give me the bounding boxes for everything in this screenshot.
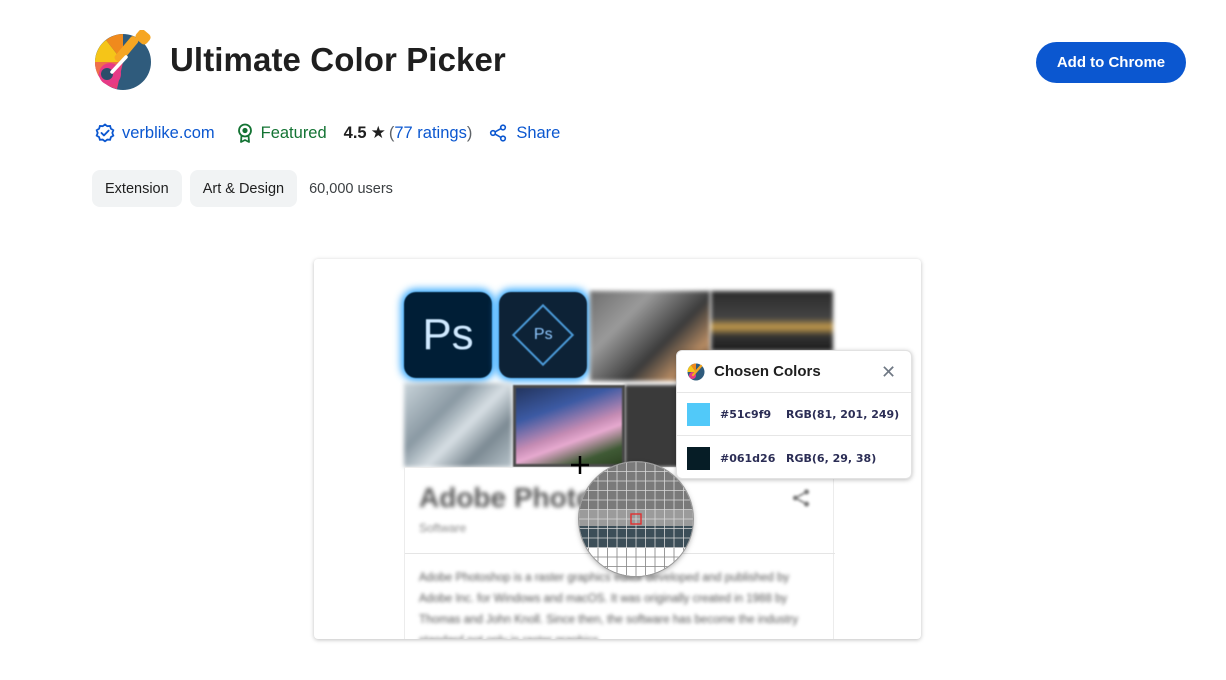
publisher-link[interactable]: verblike.com	[95, 123, 215, 143]
share-icon	[490, 124, 507, 142]
color-picker-logo-icon	[94, 30, 151, 90]
tag-art-design[interactable]: Art & Design	[189, 170, 298, 207]
photoshop-app-tile: Ps	[404, 292, 492, 378]
extension-meta-row: verblike.com Featured 4.5 ★ (77 ratings)…	[95, 120, 560, 146]
rating-value: 4.5	[343, 123, 367, 142]
color-picker-logo-icon	[687, 363, 705, 381]
extension-title: Ultimate Color Picker	[170, 41, 506, 78]
color-hex: #061d26	[720, 452, 776, 465]
image-result-thumbnail	[513, 385, 625, 467]
rating-paren-close: )	[466, 123, 473, 142]
popup-header: Chosen Colors ✕	[677, 351, 911, 393]
ps-icon-label: Ps	[422, 310, 474, 359]
image-result-thumbnail	[711, 291, 833, 351]
extension-header: Ultimate Color Picker Add to Chrome	[92, 30, 1192, 94]
add-to-chrome-button[interactable]: Add to Chrome	[1036, 42, 1186, 83]
publisher-name: verblike.com	[122, 123, 215, 142]
award-ribbon-icon	[237, 123, 252, 143]
color-row[interactable]: #51c9f9 RGB(81, 201, 249)	[677, 393, 911, 436]
rating-summary: 4.5 ★ (77 ratings)	[344, 123, 473, 143]
color-rgb: RGB(81, 201, 249)	[786, 408, 900, 421]
color-hex: #51c9f9	[720, 408, 772, 421]
color-swatch	[687, 447, 710, 470]
share-icon	[792, 489, 810, 507]
ratings-count-link[interactable]: 77 ratings	[394, 124, 466, 143]
close-icon[interactable]: ✕	[881, 362, 896, 383]
pixel-magnifier	[579, 462, 693, 576]
star-icon: ★	[370, 123, 386, 142]
photoshop-alt-tile: Ps	[499, 292, 587, 378]
tag-extension[interactable]: Extension	[92, 170, 182, 207]
knowledge-panel-subtitle: Software	[419, 521, 467, 535]
user-count: 60,000 users	[309, 180, 393, 197]
color-rgb: RGB(6, 29, 38)	[786, 452, 877, 465]
ps-small-label: Ps	[533, 325, 553, 343]
image-result-thumbnail	[404, 383, 512, 467]
pixel-grid	[579, 462, 693, 576]
popup-title: Chosen Colors	[714, 363, 821, 380]
share-button[interactable]: Share	[489, 124, 560, 143]
tags-row: Extension Art & Design 60,000 users	[92, 170, 393, 207]
color-swatch	[687, 403, 710, 426]
color-row[interactable]: #061d26 RGB(6, 29, 38)	[677, 437, 911, 480]
chosen-colors-popup: Chosen Colors ✕ #51c9f9 RGB(81, 201, 249…	[676, 350, 912, 479]
crosshair-cursor-icon	[571, 456, 589, 474]
verified-badge-icon	[95, 123, 115, 143]
share-label: Share	[516, 123, 561, 142]
featured-badge[interactable]: Featured	[237, 123, 327, 143]
extension-screenshot[interactable]: Ps Ps Adobe Photos Software Adobe Photos…	[314, 259, 921, 639]
featured-label: Featured	[260, 123, 327, 142]
ps-diamond-icon: Ps	[511, 303, 575, 367]
knowledge-panel-text: Adobe Photoshop is a raster graphics edi…	[419, 572, 799, 639]
